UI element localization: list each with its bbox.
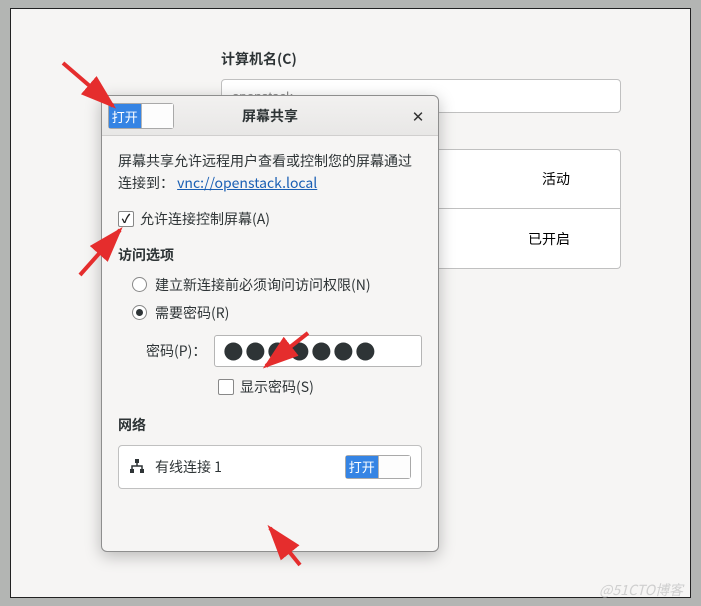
vnc-url-link[interactable]: vnc://openstack.local [177, 173, 317, 193]
dialog-body: 屏幕共享允许远程用户查看或控制您的屏幕通过连接到： vnc://openstac… [102, 136, 438, 503]
allow-control-row[interactable]: 允许连接控制屏幕(A) [118, 209, 422, 229]
toggle-track [141, 104, 174, 128]
network-section-title: 网络 [118, 415, 422, 435]
screen-sharing-master-toggle[interactable]: 打开 [108, 103, 174, 129]
network-toggle-on: 打开 [346, 456, 378, 478]
allow-control-checkbox[interactable] [118, 211, 134, 227]
radio-password[interactable] [132, 305, 147, 320]
dialog-titlebar: 打开 屏幕共享 ✕ [102, 96, 438, 136]
password-row: 密码(P)： ●●●●●●● [146, 335, 422, 367]
radio-ask-row[interactable]: 建立新连接前必须询问访问权限(N) [132, 275, 422, 295]
radio-ask-label: 建立新连接前必须询问访问权限(N) [155, 275, 371, 295]
password-label: 密码(P)： [146, 341, 206, 361]
watermark: @51CTO博客 [599, 580, 683, 600]
network-toggle-track [378, 456, 411, 478]
radio-password-label: 需要密码(R) [155, 303, 229, 323]
computer-name-label: 计算机名(C) [221, 49, 297, 69]
radio-ask[interactable] [132, 277, 147, 292]
network-name: 有线连接 1 [155, 457, 335, 477]
sharing-description: 屏幕共享允许远程用户查看或控制您的屏幕通过连接到： vnc://openstac… [118, 150, 422, 195]
screen-sharing-dialog: 打开 屏幕共享 ✕ 屏幕共享允许远程用户查看或控制您的屏幕通过连接到： vnc:… [101, 95, 439, 552]
radio-password-row[interactable]: 需要密码(R) [132, 303, 422, 323]
status-enabled-text: 已开启 [528, 229, 570, 249]
show-password-label: 显示密码(S) [240, 377, 314, 397]
show-password-checkbox[interactable] [218, 379, 234, 395]
show-password-row[interactable]: 显示密码(S) [218, 377, 422, 397]
network-toggle[interactable]: 打开 [345, 455, 411, 479]
network-connection-row: 有线连接 1 打开 [118, 445, 422, 489]
password-input[interactable]: ●●●●●●● [214, 335, 422, 367]
toggle-on-label: 打开 [109, 104, 141, 128]
access-options-title: 访问选项 [118, 245, 422, 265]
dialog-title: 屏幕共享 [242, 106, 298, 126]
allow-control-label: 允许连接控制屏幕(A) [140, 209, 270, 229]
close-icon[interactable]: ✕ [408, 106, 428, 126]
status-active-text: 活动 [542, 169, 570, 189]
wired-network-icon [129, 455, 145, 479]
